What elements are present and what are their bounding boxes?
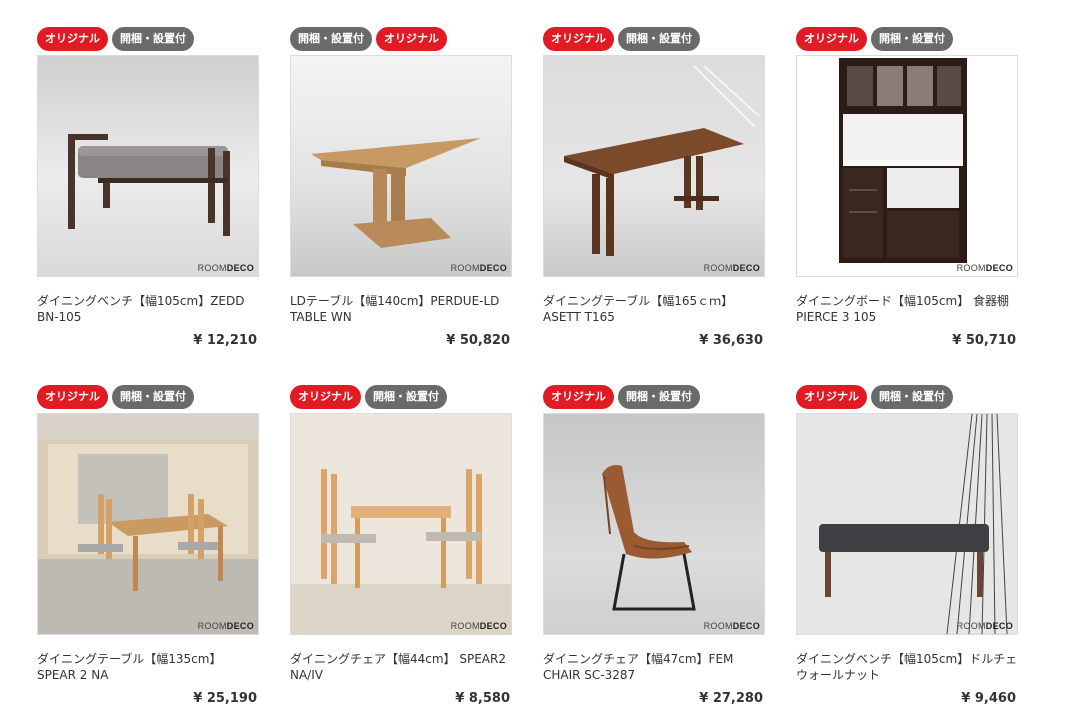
ld-table-image [291,56,511,276]
product-card[interactable]: オリジナル 開梱・設置付 ROOMDECO [37,27,259,348]
product-image[interactable]: ROOMDECO [796,55,1018,277]
roomdeco-logo: ROOMDECO [450,263,507,273]
product-price: ¥ 27,280 [699,691,763,706]
product-card[interactable]: オリジナル 開梱・設置付 ROOMDECO ダイニングテーブル【幅135cm】S… [37,385,259,706]
product-card[interactable]: オリジナル 開梱・設置付 ROOMDECO ダイニングボード【幅105cm】 食… [796,27,1018,348]
roomdeco-logo: ROOMDECO [197,621,254,631]
badge-row: オリジナル 開梱・設置付 [543,27,765,51]
product-card[interactable]: オリジナル 開梱・設置付 ROOMDECO ダイニングチェア【幅47cm】FEM… [543,385,765,706]
roomdeco-logo: ROOMDECO [703,621,760,631]
roomdeco-logo: ROOMDECO [956,263,1013,273]
original-badge: オリジナル [796,385,867,409]
dining-table-image [544,56,764,276]
original-badge: オリジナル [376,27,447,51]
product-name[interactable]: LDテーブル【幅140cm】PERDUE-LD TABLE WN [290,293,512,325]
installation-badge: 開梱・設置付 [618,385,700,409]
installation-badge: 開梱・設置付 [618,27,700,51]
product-price: ¥ 50,820 [446,333,510,348]
product-name[interactable]: ダイニングテーブル【幅135cm】SPEAR 2 NA [37,651,259,683]
installation-badge: 開梱・設置付 [365,385,447,409]
badge-row: オリジナル 開梱・設置付 [37,27,259,51]
product-name[interactable]: ダイニングチェア【幅47cm】FEM CHAIR SC-3287 [543,651,765,683]
original-badge: オリジナル [37,27,108,51]
leather-chair-image [544,414,764,634]
product-name[interactable]: ダイニングベンチ【幅105cm】ZEDD BN-105 [37,293,259,325]
badge-row: オリジナル 開梱・設置付 [290,385,512,409]
walnut-bench-image [797,414,1017,634]
product-name[interactable]: ダイニングボード【幅105cm】 食器棚PIERCE 3 105 [796,293,1018,325]
product-card[interactable]: 開梱・設置付 オリジナル ROOMDECO LDテーブル【幅140cm】PERD… [290,27,512,348]
dining-set-image [38,414,258,634]
installation-badge: 開梱・設置付 [112,27,194,51]
installation-badge: 開梱・設置付 [871,27,953,51]
badge-row: オリジナル 開梱・設置付 [543,385,765,409]
product-card[interactable]: オリジナル 開梱・設置付 ROOMDECO [543,27,765,348]
installation-badge: 開梱・設置付 [871,385,953,409]
original-badge: オリジナル [290,385,361,409]
roomdeco-logo: ROOMDECO [956,621,1013,631]
original-badge: オリジナル [37,385,108,409]
product-price: ¥ 12,210 [193,333,257,348]
installation-badge: 開梱・設置付 [112,385,194,409]
product-card[interactable]: オリジナル 開梱・設置付 ROOMDECO ダイニングベンチ【幅105cm】ドル… [796,385,1018,706]
product-image[interactable]: ROOMDECO [37,413,259,635]
product-price: ¥ 50,710 [952,333,1016,348]
dining-chair-set-image [291,414,511,634]
product-name[interactable]: ダイニングベンチ【幅105cm】ドルチェウォールナット [796,651,1018,683]
installation-badge: 開梱・設置付 [290,27,372,51]
product-price: ¥ 8,580 [455,691,510,706]
roomdeco-logo: ROOMDECO [450,621,507,631]
badge-row: 開梱・設置付 オリジナル [290,27,512,51]
original-badge: オリジナル [543,27,614,51]
product-name[interactable]: ダイニングテーブル【幅165ｃｍ】ASETT T165 [543,293,765,325]
original-badge: オリジナル [543,385,614,409]
product-price: ¥ 25,190 [193,691,257,706]
product-grid: オリジナル 開梱・設置付 ROOMDECO ダイニングベンチ【幅105cm】ZE… [0,0,1079,721]
cupboard-image [797,56,1017,276]
badge-row: オリジナル 開梱・設置付 [37,385,259,409]
product-image[interactable]: ROOMDECO [543,55,765,277]
product-image[interactable]: ROOMDECO [290,413,512,635]
product-image[interactable]: ROOMDECO [543,413,765,635]
product-image[interactable]: ROOMDECO [37,55,259,277]
product-price: ¥ 9,460 [961,691,1016,706]
product-card[interactable]: オリジナル 開梱・設置付 ROOMDECO ダイニングチェア【幅44cm】 SP… [290,385,512,706]
roomdeco-logo: ROOMDECO [703,263,760,273]
product-image[interactable]: ROOMDECO [796,413,1018,635]
product-price: ¥ 36,630 [699,333,763,348]
product-name[interactable]: ダイニングチェア【幅44cm】 SPEAR2 NA/IV [290,651,512,683]
roomdeco-logo: ROOMDECO [197,263,254,273]
badge-row: オリジナル 開梱・設置付 [796,385,1018,409]
dining-bench-image [38,56,258,276]
badge-row: オリジナル 開梱・設置付 [796,27,1018,51]
original-badge: オリジナル [796,27,867,51]
product-image[interactable]: ROOMDECO [290,55,512,277]
